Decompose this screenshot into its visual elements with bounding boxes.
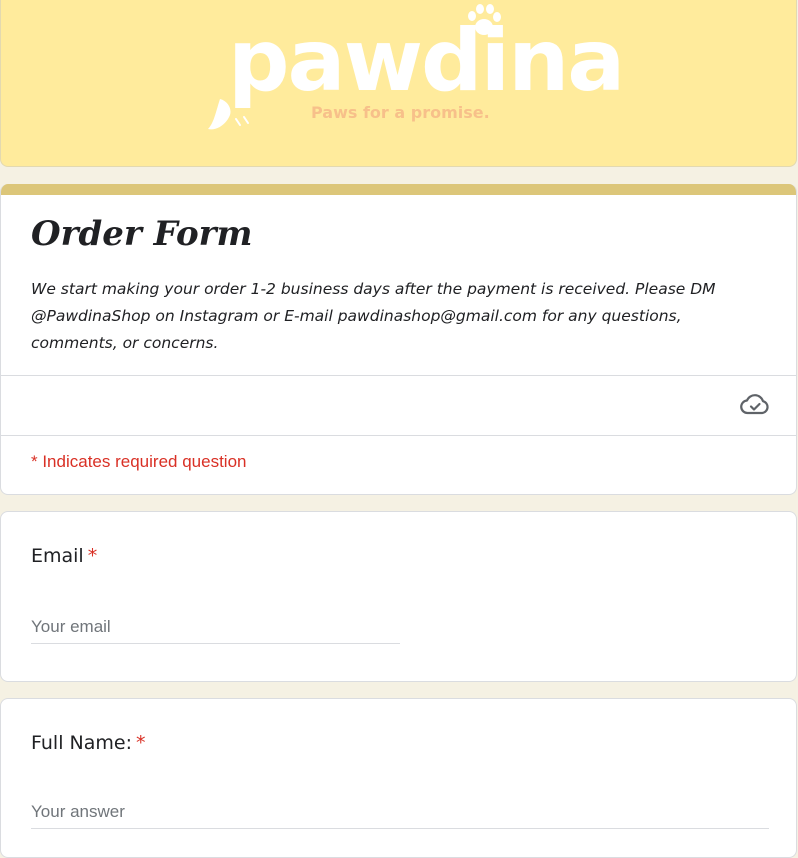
tail-icon [208, 99, 249, 130]
required-note: * Indicates required question [31, 452, 247, 471]
header-accent-band [1, 184, 796, 195]
form-header-card: Order Form We start making your order 1-… [0, 184, 797, 495]
question-label-text: Email [31, 545, 84, 567]
divider [1, 375, 796, 376]
question-label: Email * [31, 545, 97, 567]
question-label-text: Full Name: [31, 732, 132, 754]
form-description: We start making your order 1-2 business … [31, 280, 716, 352]
question-card-email: Email * [0, 511, 797, 682]
question-card-full-name: Full Name: * [0, 698, 797, 858]
full-name-input[interactable] [31, 798, 769, 829]
cloud-check-icon[interactable] [740, 393, 770, 417]
form-title: Order Form [31, 214, 253, 254]
logo-wordmark: pawdina [228, 11, 625, 111]
pawdina-logo: pawdina Paws for a promise. [206, 0, 625, 140]
logo-tagline: Paws for a promise. [311, 103, 490, 122]
required-asterisk: * [87, 545, 98, 567]
email-input[interactable] [31, 613, 400, 644]
divider [1, 435, 796, 436]
required-asterisk: * [135, 732, 146, 754]
question-label: Full Name: * [31, 732, 145, 754]
header-banner: pawdina Paws for a promise. [0, 0, 797, 167]
